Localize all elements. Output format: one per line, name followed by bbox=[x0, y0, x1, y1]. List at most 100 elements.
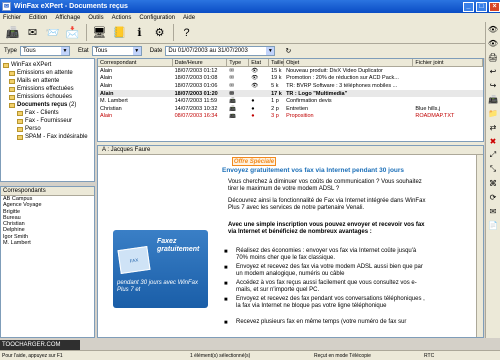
col-type[interactable]: Type bbox=[227, 59, 250, 66]
bullet-item: Accédez à vos fax reçus aussi facilement… bbox=[236, 280, 417, 293]
col-correspondant[interactable]: Correspondant bbox=[98, 59, 173, 66]
mail-icon[interactable]: ✉ bbox=[490, 204, 497, 218]
row-subject: Confirmation devis bbox=[286, 98, 332, 105]
tree-item-emissions-echouees[interactable]: Emissions échouées bbox=[3, 93, 92, 101]
col-objet[interactable]: Objet bbox=[284, 59, 414, 66]
rotate-icon[interactable]: ⟳ bbox=[490, 190, 497, 204]
menu-configuration[interactable]: Configuration bbox=[139, 15, 175, 21]
folder-icon bbox=[9, 86, 15, 92]
maximize-button[interactable]: □ bbox=[476, 1, 487, 12]
menu-actions[interactable]: Actions bbox=[112, 15, 132, 21]
table-row[interactable]: M. Lambert 14/07/2003 11:59 📠 ● 1 p Conf… bbox=[98, 97, 483, 105]
menu-affichage[interactable]: Affichage bbox=[55, 15, 80, 21]
table-row[interactable]: Alain 18/07/2003 01:20 ✉ 17 k TR : Logo … bbox=[98, 89, 483, 98]
forward-icon[interactable]: ↪ bbox=[490, 78, 497, 92]
tree-item-root[interactable]: WinFax eXPert bbox=[3, 61, 92, 69]
toolbar: 📠 ✉ 📨 📩 🖥 📒 ℹ ⚙ ? bbox=[0, 22, 500, 44]
tree-item-spam[interactable]: SPAM - Fax indésirable bbox=[3, 133, 92, 141]
col-etat[interactable]: Etat bbox=[249, 59, 270, 66]
zoom-in-icon[interactable]: ⤢ bbox=[490, 148, 496, 162]
tree-item-mails-attente[interactable]: Mails en attente bbox=[3, 77, 92, 85]
fax-icon: 📠 bbox=[229, 113, 237, 120]
send-mail-icon[interactable]: 📨 bbox=[43, 23, 62, 42]
pages-icon[interactable]: 📄 bbox=[488, 218, 498, 232]
chevron-down-icon: ▼ bbox=[132, 47, 141, 55]
status-icon: ● bbox=[251, 98, 255, 105]
forward-icon[interactable]: 📩 bbox=[63, 23, 82, 42]
view-icon[interactable]: 👁 bbox=[488, 36, 498, 50]
tree-item-emissions-attente[interactable]: Emissions en attente bbox=[3, 69, 92, 77]
print-icon[interactable]: 🖨 bbox=[488, 50, 498, 64]
mail-icon: ✉ bbox=[229, 90, 234, 97]
delete-icon[interactable]: ✖ bbox=[490, 134, 497, 148]
col-fichier[interactable]: Fichier joint bbox=[413, 59, 483, 66]
row-from: Alain bbox=[100, 75, 113, 82]
row-size: 3 p bbox=[271, 113, 279, 120]
type-label: Type bbox=[4, 48, 18, 54]
etat-select[interactable]: Tous ▼ bbox=[91, 46, 142, 56]
folder-icon bbox=[3, 62, 9, 68]
date-select[interactable]: Du 01/07/2003 au 31/07/2003 ▼ bbox=[165, 46, 276, 56]
menu-aide[interactable]: Aide bbox=[183, 15, 195, 21]
promo-text: pendant 30 jours avec WinFax Plus 7 et bbox=[117, 280, 198, 293]
folder-icon bbox=[17, 126, 23, 132]
status-icon: ● bbox=[251, 105, 255, 112]
close-button[interactable]: × bbox=[489, 1, 500, 12]
status-line: RTC bbox=[424, 352, 435, 359]
row-file bbox=[413, 82, 483, 90]
table-row[interactable]: Christian 14/07/2003 10:32 📠 ● 2 p Entre… bbox=[98, 105, 483, 113]
table-row[interactable]: Alain 18/07/2003 01:12 ✉ 👁 15 k Nouveau … bbox=[98, 67, 483, 75]
bullet-icon: ■ bbox=[224, 249, 228, 255]
folder-icon[interactable]: 📁 bbox=[488, 106, 498, 120]
new-fax-icon[interactable]: 📠 bbox=[3, 23, 22, 42]
tree-item-emissions-effectuees[interactable]: Emissions effectuées bbox=[3, 85, 92, 93]
row-subject: Entretien bbox=[286, 105, 309, 112]
info-icon[interactable]: ℹ bbox=[130, 23, 149, 42]
reply-icon[interactable]: ↩ bbox=[490, 64, 497, 78]
menu-outils[interactable]: Outils bbox=[88, 15, 103, 21]
book-icon[interactable]: 📒 bbox=[110, 23, 129, 42]
col-taille[interactable]: Taille bbox=[269, 59, 285, 66]
preview-scrollbar[interactable] bbox=[476, 155, 483, 337]
etat-label: Etat bbox=[78, 48, 89, 54]
row-size: 2 p bbox=[271, 105, 279, 112]
table-row[interactable]: Alain 18/07/2003 01:08 ✉ 👁 19 k Promotio… bbox=[98, 75, 483, 83]
fax-icon[interactable]: 📠 bbox=[488, 92, 498, 106]
bullet-item: Réalisez des économies : envoyer vos fax… bbox=[236, 248, 417, 261]
mail-icon: ✉ bbox=[229, 82, 234, 89]
fax-icon: 📠 bbox=[229, 105, 237, 112]
eye-icon[interactable]: 👁 bbox=[488, 22, 498, 36]
settings-icon[interactable]: ⚙ bbox=[150, 23, 169, 42]
move-icon[interactable]: ⇄ bbox=[490, 120, 497, 134]
row-file bbox=[413, 90, 483, 98]
table-row[interactable]: Alain 08/07/2003 16:34 📠 ● 3 p Propositi… bbox=[98, 113, 483, 121]
promo-image: FAX Faxez gratuitement pendant 30 jours … bbox=[113, 230, 208, 308]
row-date: 18/07/2003 01:08 bbox=[174, 75, 218, 82]
col-date[interactable]: Date/Heure bbox=[173, 59, 228, 66]
menu-bar: Fichier Edition Affichage Outils Actions… bbox=[0, 13, 500, 22]
row-from: Alain bbox=[100, 113, 113, 120]
type-select[interactable]: Tous ▼ bbox=[20, 46, 71, 56]
offer-badge: Offre Spéciale bbox=[232, 157, 276, 166]
mail-icon[interactable]: ✉ bbox=[23, 23, 42, 42]
minimize-button[interactable]: _ bbox=[463, 1, 474, 12]
help-icon[interactable]: ? bbox=[177, 23, 196, 42]
refresh-icon[interactable]: ↻ bbox=[283, 46, 293, 56]
contact-item[interactable]: M. Lambert bbox=[1, 240, 94, 246]
bullet-icon: ■ bbox=[224, 265, 228, 271]
preview-paragraph: Avec une simple inscription vous pouvez … bbox=[228, 222, 425, 235]
tree-item-fax-fournisseur[interactable]: Fax - Fournisseur bbox=[3, 117, 92, 125]
menu-edition[interactable]: Edition bbox=[29, 15, 47, 21]
chevron-down-icon: ▼ bbox=[61, 47, 70, 55]
folder-icon bbox=[9, 102, 15, 108]
ocr-icon[interactable]: ⌘ bbox=[489, 176, 497, 190]
monitor-icon[interactable]: 🖥 bbox=[90, 23, 109, 42]
table-row[interactable]: Alain 18/07/2003 01:06 ✉ 👁 5 k TR: BVRP … bbox=[98, 82, 483, 90]
zoom-out-icon[interactable]: ⤡ bbox=[490, 162, 496, 176]
tree-item-fax-clients[interactable]: Fax - Clients bbox=[3, 109, 92, 117]
tree-item-documents-recus[interactable]: Documents reçus (2) bbox=[3, 101, 92, 109]
row-subject: TR : Logo "Multimedia" bbox=[286, 90, 348, 97]
right-toolbar: 👁 👁 🖨 ↩ ↪ 📠 📁 ⇄ ✖ ⤢ ⤡ ⌘ ⟳ ✉ 📄 bbox=[485, 22, 500, 338]
menu-fichier[interactable]: Fichier bbox=[3, 15, 21, 21]
tree-item-perso[interactable]: Perso bbox=[3, 125, 92, 133]
